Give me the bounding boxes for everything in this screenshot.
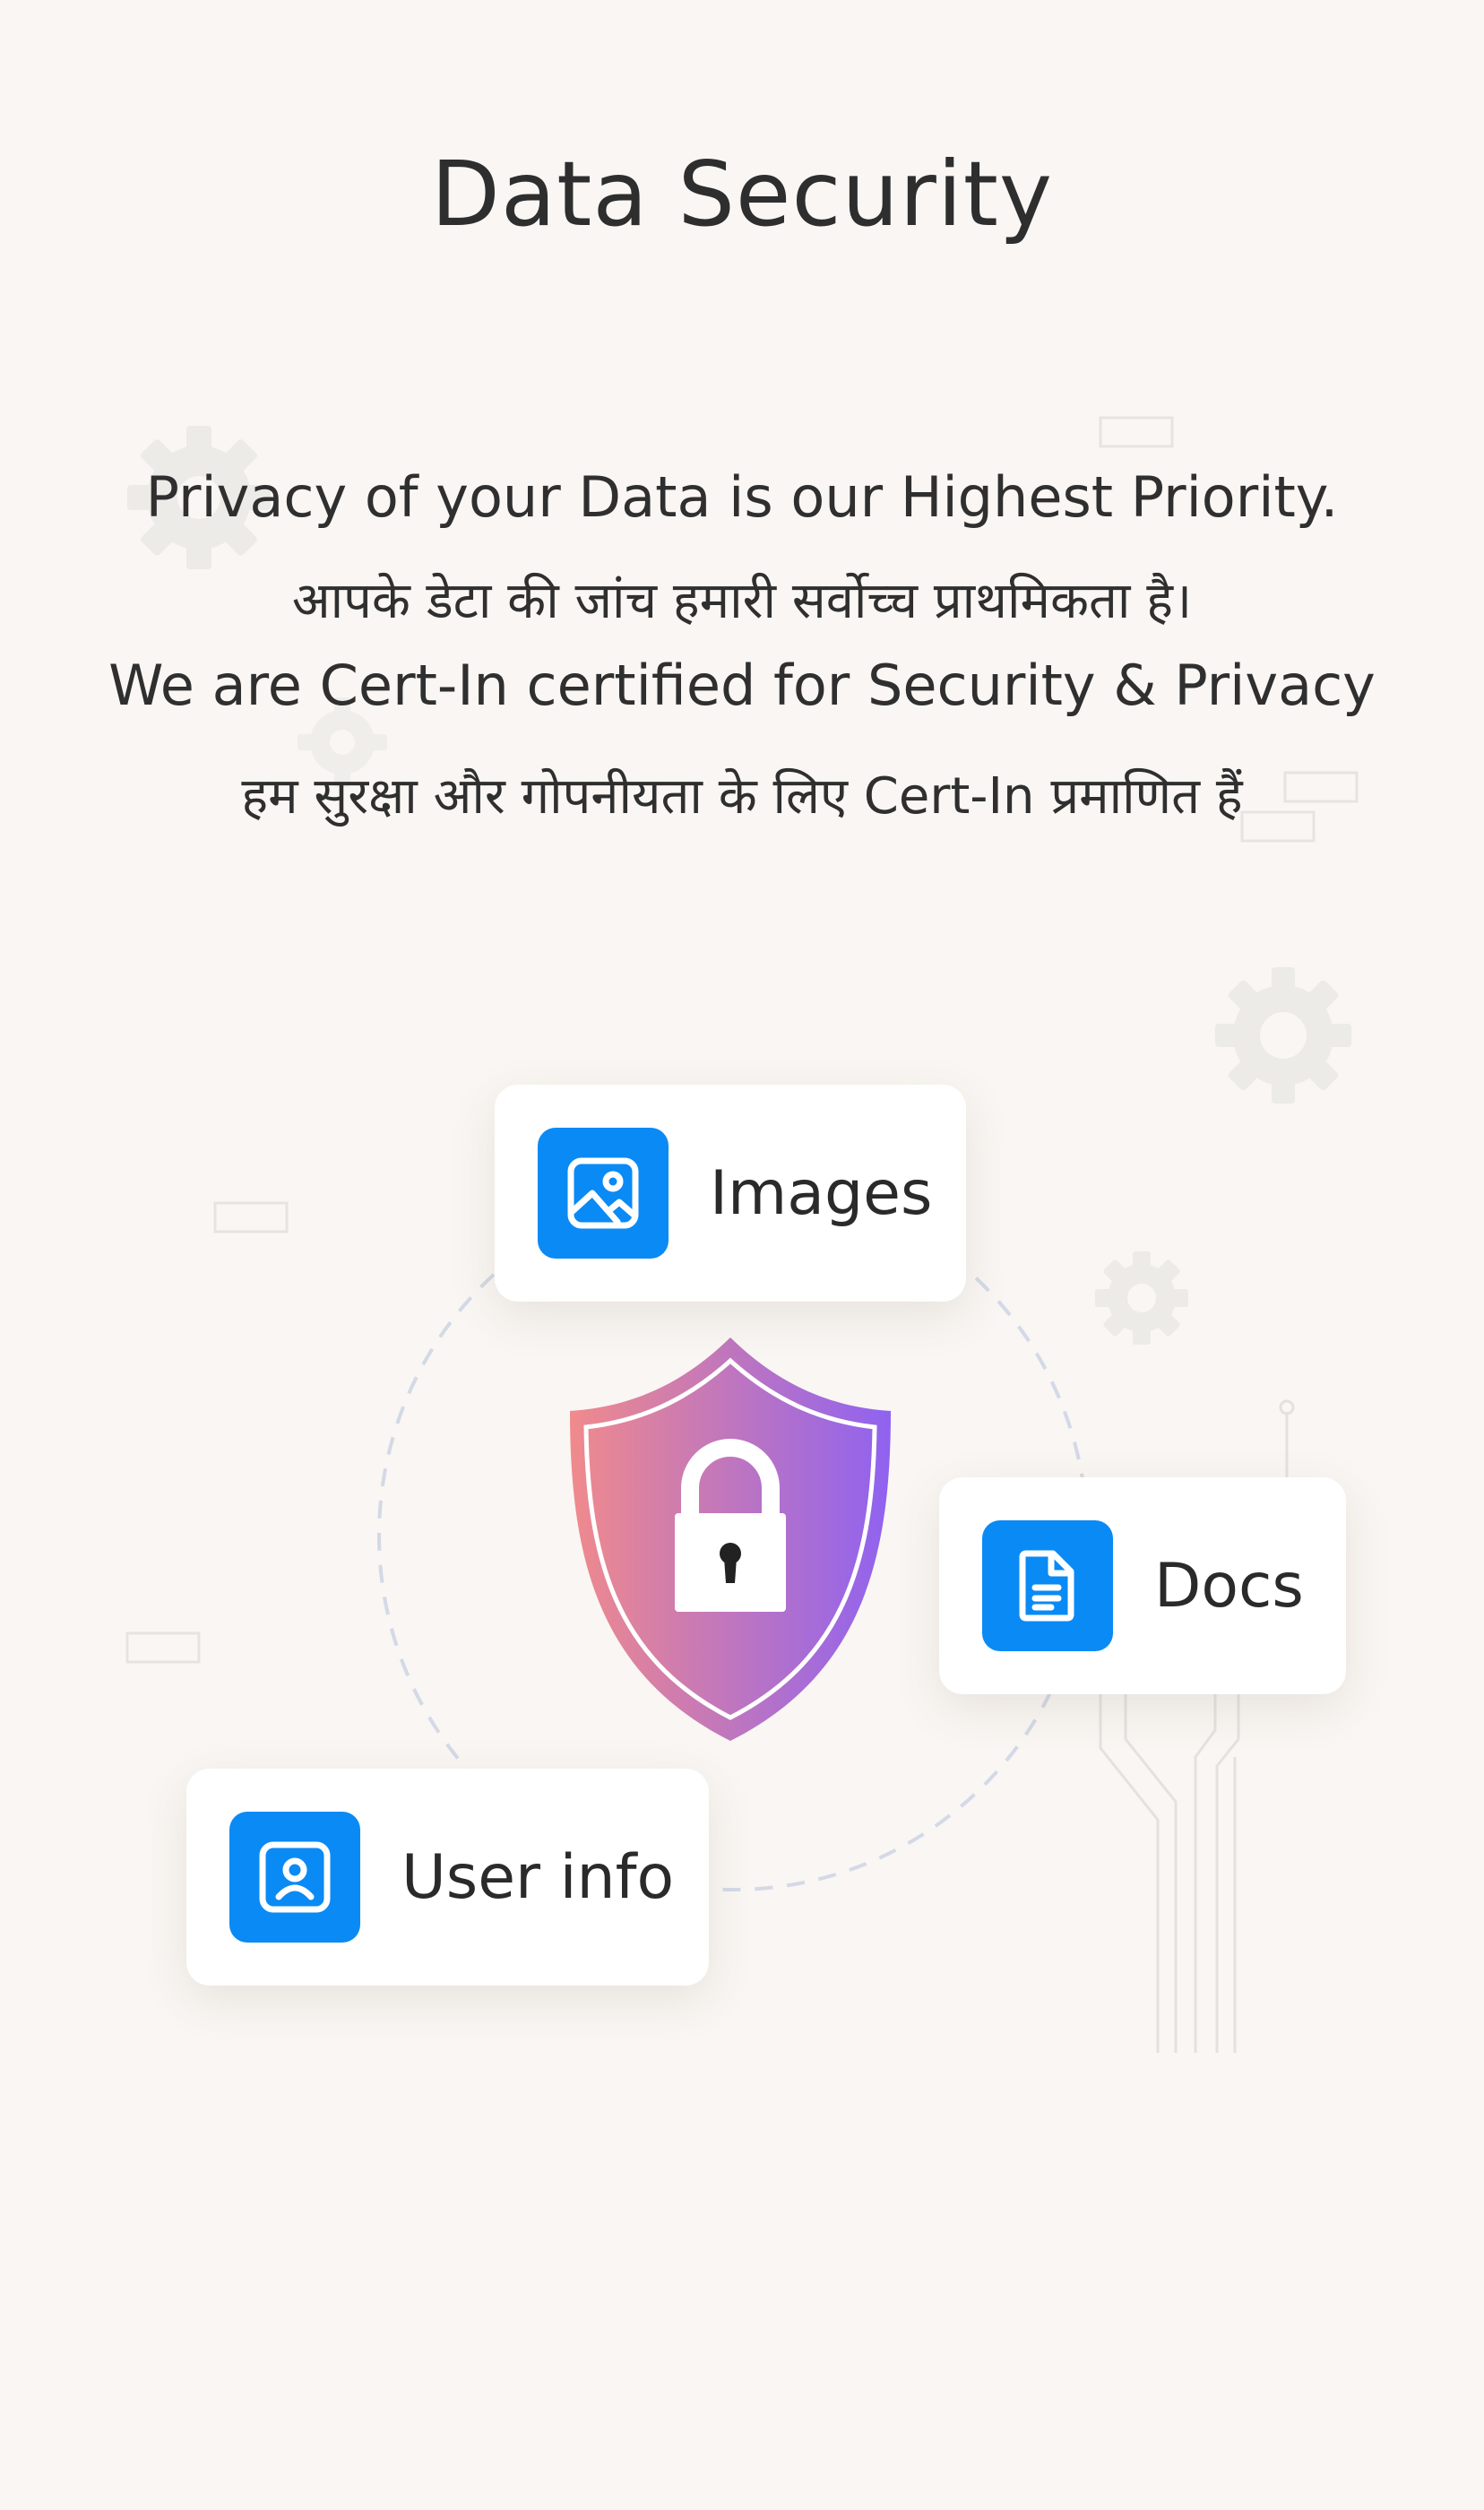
image-icon bbox=[538, 1128, 669, 1259]
cert-in-text: We are Cert-In certified for Security & … bbox=[108, 653, 1376, 718]
images-card: Images bbox=[495, 1085, 966, 1302]
privacy-priority-hindi-text: आपके डेटा की जांच हमारी सर्वोच्च प्राथमि… bbox=[291, 572, 1193, 630]
gear-icon bbox=[1095, 1251, 1188, 1345]
user-info-card: User info bbox=[186, 1769, 709, 1986]
images-label: Images bbox=[710, 1157, 933, 1229]
user-info-label: User info bbox=[401, 1841, 675, 1913]
shield-lock-icon bbox=[570, 1337, 891, 1741]
docs-card: Docs bbox=[939, 1477, 1346, 1694]
page-title: Data Security bbox=[430, 142, 1054, 247]
privacy-priority-text: Privacy of your Data is our Highest Prio… bbox=[145, 464, 1339, 530]
docs-label: Docs bbox=[1154, 1550, 1304, 1622]
cert-in-hindi-text: हम सुरक्षा और गोपनीयता के लिए Cert-In प्… bbox=[241, 767, 1243, 826]
user-profile-icon bbox=[229, 1812, 360, 1943]
document-icon bbox=[982, 1520, 1113, 1651]
gear-icon bbox=[1215, 967, 1351, 1104]
